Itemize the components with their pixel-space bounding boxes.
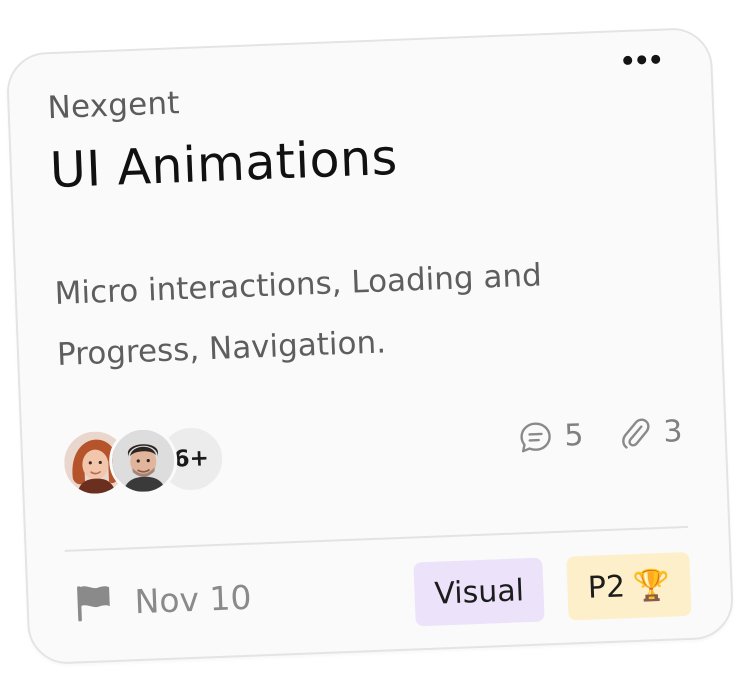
card-tags: Visual P2 🏆 — [413, 551, 692, 627]
chat-bubble-icon — [520, 422, 551, 452]
paperclip-icon — [622, 418, 650, 449]
comments-count-value: 5 — [563, 417, 585, 454]
card-stats: 5 3 — [518, 414, 683, 455]
due-date-value: Nov 10 — [133, 577, 253, 621]
stage: Nexgent UI Animations Micro interactions… — [0, 0, 750, 690]
task-card[interactable]: Nexgent UI Animations Micro interactions… — [5, 26, 735, 666]
card-description: Micro interactions, Loading and Progress… — [54, 257, 543, 374]
card-title: UI Animations — [48, 128, 399, 200]
more-dot-icon — [650, 54, 660, 64]
workspace-name: Nexgent — [46, 85, 181, 127]
more-dot-icon — [636, 54, 646, 65]
flag-icon — [77, 586, 110, 622]
more-options-button[interactable] — [614, 44, 669, 74]
due-date[interactable]: Nov 10 — [74, 577, 252, 624]
tag-label: P2 — [587, 568, 626, 606]
trophy-icon: 🏆 — [632, 567, 672, 604]
assignee-avatars[interactable]: 6+ — [59, 423, 227, 498]
tag-priority[interactable]: P2 🏆 — [566, 551, 692, 621]
attachments-count[interactable]: 3 — [619, 414, 683, 451]
comments-count[interactable]: 5 — [518, 418, 584, 455]
tag-visual[interactable]: Visual — [413, 557, 546, 627]
more-dot-icon — [622, 55, 632, 65]
avatar-man-icon — [111, 428, 176, 493]
card-divider — [64, 525, 689, 552]
attachments-count-value: 3 — [662, 414, 684, 450]
tag-label: Visual — [433, 572, 525, 612]
